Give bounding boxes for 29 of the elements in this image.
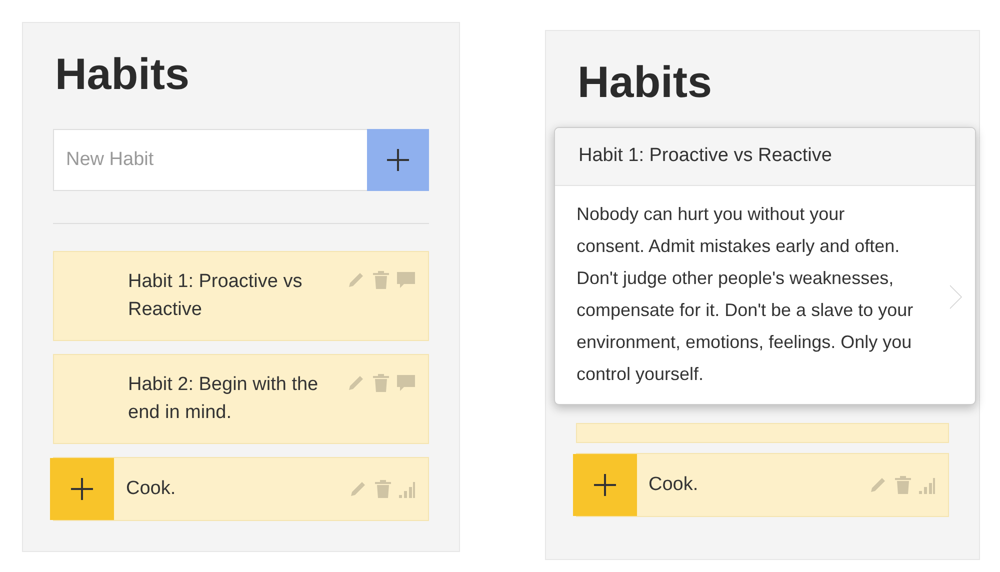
habit-item[interactable]: Cook. <box>576 453 949 517</box>
habit-label: Habit 1: Proactive vs Reactive <box>127 270 304 322</box>
plus-icon <box>386 148 410 172</box>
panel-title: Habits <box>55 53 190 97</box>
stats-icon[interactable] <box>918 476 936 494</box>
comment-icon[interactable] <box>396 374 416 392</box>
habit-label: Cook. <box>125 477 177 501</box>
edit-icon[interactable] <box>868 475 888 495</box>
habit-item[interactable]: Cook. <box>53 457 428 521</box>
delete-icon[interactable] <box>374 479 392 499</box>
habit-item[interactable] <box>576 423 949 443</box>
new-habit-field[interactable]: New Habit <box>53 129 366 191</box>
panel-title: Habits <box>578 61 713 105</box>
popover-text: Nobody can hurt you without your consent. Admit mistakes early and often. Don't judge other people's weaknesses, compensate for it. Don't be a slave to your environment, emotions, feelings. Only you control yourself. <box>576 202 914 386</box>
popover-title: Habit 1: Proactive vs Reactive <box>554 128 974 186</box>
habit-label: Cook. <box>648 473 700 497</box>
comment-icon[interactable] <box>396 271 416 289</box>
plus-icon <box>70 477 94 501</box>
increment-button[interactable] <box>50 458 114 520</box>
habit-item[interactable]: Habit 1: Proactive vs Reactive <box>53 251 428 341</box>
delete-icon[interactable] <box>894 475 912 495</box>
delete-icon[interactable] <box>372 270 390 290</box>
plus-icon <box>592 473 616 497</box>
habit-label: Habit 2: Begin with the end in mind. <box>127 373 320 425</box>
stats-icon[interactable] <box>398 480 416 498</box>
increment-button[interactable] <box>572 454 636 516</box>
add-habit-button[interactable] <box>366 129 428 191</box>
habit-item[interactable]: Habit 2: Begin with the end in mind. <box>53 354 428 444</box>
delete-icon[interactable] <box>372 373 390 393</box>
